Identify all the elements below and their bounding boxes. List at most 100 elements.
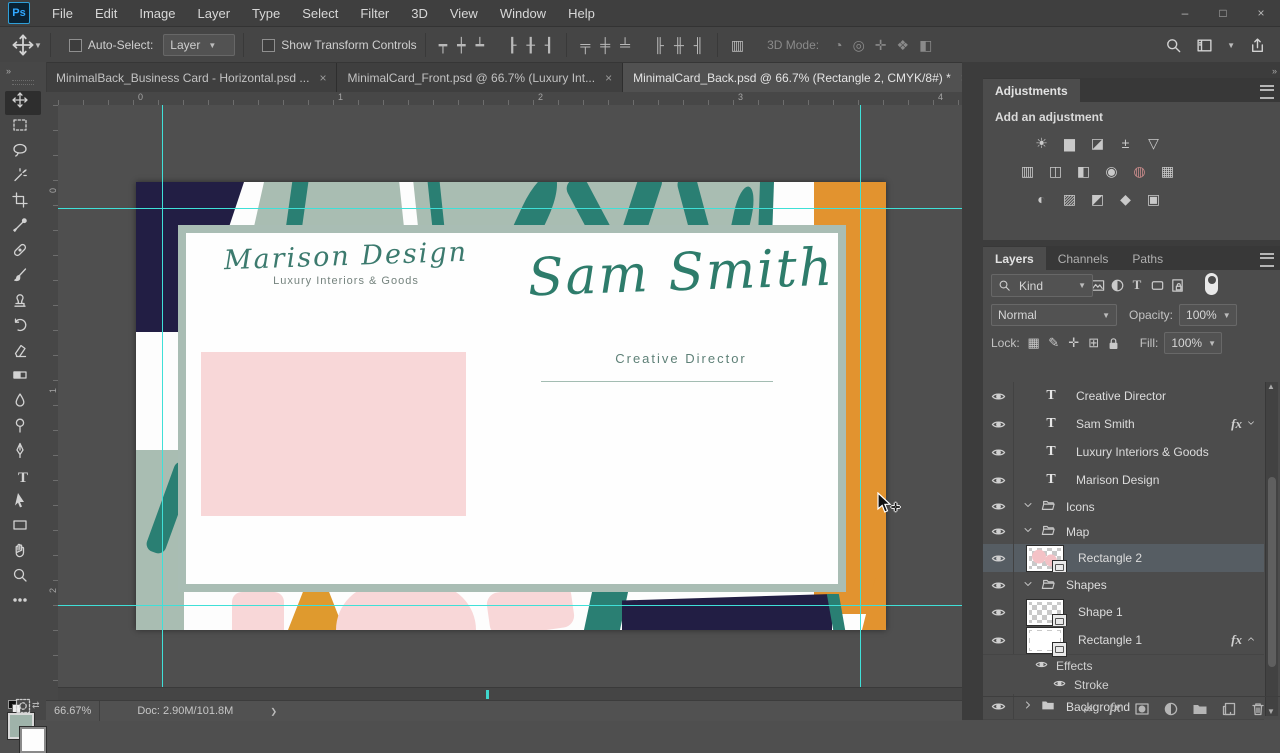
guide-vertical-right[interactable] [860, 105, 861, 687]
layer-group-map[interactable]: Map [983, 519, 1264, 545]
menu-window[interactable]: Window [490, 2, 556, 25]
marquee-tool[interactable] [5, 116, 41, 140]
layer-thumbnail[interactable] [1026, 626, 1067, 657]
fill-field[interactable]: 100% ▼ [1164, 332, 1223, 354]
align-left-edges-icon[interactable]: ┠ [503, 37, 521, 54]
layer-name[interactable]: Icons [1066, 500, 1095, 514]
distribute-top-edges-icon[interactable]: ╤ [575, 37, 595, 53]
brush-tool[interactable] [5, 266, 41, 290]
effects-subrow[interactable]: Effects [1035, 656, 1092, 675]
layer-effects-badge[interactable]: fx [1231, 416, 1256, 432]
chevron-down-icon[interactable] [1022, 524, 1036, 539]
visibility-eye-icon[interactable] [1035, 658, 1048, 674]
menu-view[interactable]: View [440, 2, 488, 25]
move-tool[interactable] [5, 91, 41, 115]
menu-file[interactable]: File [42, 2, 83, 25]
quick-mask-icon[interactable] [15, 698, 31, 714]
levels-icon[interactable]: ▆ [1059, 134, 1080, 152]
collapse-panels-icon[interactable]: » [1272, 66, 1278, 76]
pen-tool[interactable] [5, 441, 41, 465]
brightness-contrast-icon[interactable]: ☀ [1031, 134, 1052, 152]
add-layer-style-icon[interactable]: fx [1109, 701, 1121, 717]
eyedropper-tool[interactable] [5, 216, 41, 240]
lock-pixels-icon[interactable]: ✎ [1044, 335, 1064, 351]
layer-name[interactable]: Rectangle 1 [1078, 633, 1142, 647]
background-color-swatch[interactable] [19, 726, 47, 753]
visibility-eye-icon[interactable] [983, 382, 1014, 410]
visibility-eye-icon[interactable] [983, 519, 1014, 544]
layer-row-creative-director[interactable]: T Creative Director [983, 382, 1264, 411]
menu-filter[interactable]: Filter [350, 2, 399, 25]
collapse-toolbar-icon[interactable]: » [0, 62, 46, 76]
horizontal-ruler[interactable]: 0 1 2 3 4 [58, 92, 962, 106]
blur-tool[interactable] [5, 391, 41, 415]
swap-colors-icon[interactable]: ⇄ [32, 700, 40, 711]
auto-select-checkbox[interactable] [68, 38, 82, 52]
opacity-field[interactable]: 100% ▼ [1179, 304, 1238, 326]
layer-row-rectangle-1[interactable]: Rectangle 1 fx [983, 626, 1264, 657]
hue-saturation-icon[interactable]: ▥ [1017, 162, 1038, 180]
color-balance-icon[interactable]: ◫ [1045, 162, 1066, 180]
visibility-eye-icon[interactable] [983, 466, 1014, 494]
tab-adjustments[interactable]: Adjustments [983, 79, 1080, 102]
eraser-tool[interactable] [5, 341, 41, 365]
share-icon[interactable] [1249, 37, 1266, 54]
menu-3d[interactable]: 3D [401, 2, 438, 25]
lock-artboard-icon[interactable]: ⊞ [1084, 335, 1104, 351]
layer-thumbnail[interactable] [1026, 544, 1067, 575]
tab-close-icon[interactable]: × [319, 71, 326, 85]
crop-tool[interactable] [5, 191, 41, 215]
layer-group-icons[interactable]: Icons [983, 494, 1264, 520]
guide-horizontal-top[interactable] [58, 208, 962, 209]
photo-filter-icon[interactable]: ◉ [1101, 162, 1122, 180]
layer-row-marison-design[interactable]: T Marison Design [983, 466, 1264, 495]
close-button[interactable]: × [1242, 0, 1280, 26]
align-right-edges-icon[interactable]: ┨ [540, 37, 558, 54]
auto-select-dropdown[interactable]: Layer ▼ [163, 34, 236, 56]
filter-shape-layers-icon[interactable] [1147, 278, 1167, 293]
layer-name[interactable]: Sam Smith [1076, 417, 1135, 431]
chevron-down-icon[interactable] [1022, 578, 1036, 593]
layer-name[interactable]: Creative Director [1076, 389, 1166, 403]
layer-row-rectangle-2-selected[interactable]: Rectangle 2 [983, 544, 1264, 575]
document-viewport[interactable]: Marison Design Luxury Interiors & Goods … [58, 105, 962, 687]
layer-name[interactable]: Shapes [1066, 578, 1107, 592]
visibility-eye-icon[interactable] [983, 544, 1014, 572]
panel-menu-icon[interactable] [1260, 85, 1274, 99]
layer-name[interactable]: Shape 1 [1078, 605, 1123, 619]
channel-mixer-icon[interactable]: ◍ [1129, 162, 1150, 180]
tool-preset-chevron-icon[interactable]: ▼ [34, 41, 42, 50]
lock-all-icon[interactable] [1104, 336, 1124, 351]
layer-row-shape-1[interactable]: Shape 1 [983, 598, 1264, 629]
distribute-spacing-icon[interactable]: ▥ [726, 37, 749, 54]
edit-toolbar-button[interactable] [5, 591, 41, 615]
dodge-tool[interactable] [5, 416, 41, 440]
scrollbar-thumb[interactable] [1268, 477, 1276, 667]
layer-effects-badge[interactable]: fx [1231, 632, 1256, 648]
curves-icon[interactable]: ◪ [1087, 134, 1108, 152]
document-canvas[interactable]: Marison Design Luxury Interiors & Goods … [136, 182, 886, 630]
vibrance-icon[interactable]: ▽ [1143, 134, 1164, 152]
layer-name[interactable]: Rectangle 2 [1078, 551, 1142, 565]
filter-toggle-switch[interactable] [1205, 273, 1218, 295]
visibility-eye-icon[interactable] [983, 438, 1014, 466]
posterize-icon[interactable]: ▨ [1059, 190, 1080, 208]
layers-scrollbar[interactable]: ▲ ▼ [1265, 382, 1278, 716]
workspace-switcher-icon[interactable] [1196, 37, 1213, 54]
visibility-eye-icon[interactable] [983, 410, 1014, 438]
new-adjustment-layer-icon[interactable] [1163, 701, 1179, 717]
visibility-eye-icon[interactable] [983, 626, 1014, 654]
menu-image[interactable]: Image [129, 2, 185, 25]
chevron-down-icon[interactable] [1022, 499, 1036, 514]
visibility-eye-icon[interactable] [983, 494, 1014, 519]
document-tab-2[interactable]: MinimalCard_Front.psd @ 66.7% (Luxury In… [337, 63, 624, 92]
layer-name[interactable]: Marison Design [1076, 473, 1159, 487]
tab-close-icon[interactable]: × [605, 71, 612, 85]
menu-edit[interactable]: Edit [85, 2, 127, 25]
filter-smart-objects-icon[interactable] [1167, 278, 1187, 293]
distribute-vertical-centers-icon[interactable]: ╪ [595, 37, 615, 53]
path-selection-tool[interactable] [5, 491, 41, 515]
color-lookup-icon[interactable]: ▦ [1157, 162, 1178, 180]
invert-icon[interactable]: ◐ [1031, 190, 1052, 208]
horizontal-scrollbar[interactable] [58, 687, 962, 701]
